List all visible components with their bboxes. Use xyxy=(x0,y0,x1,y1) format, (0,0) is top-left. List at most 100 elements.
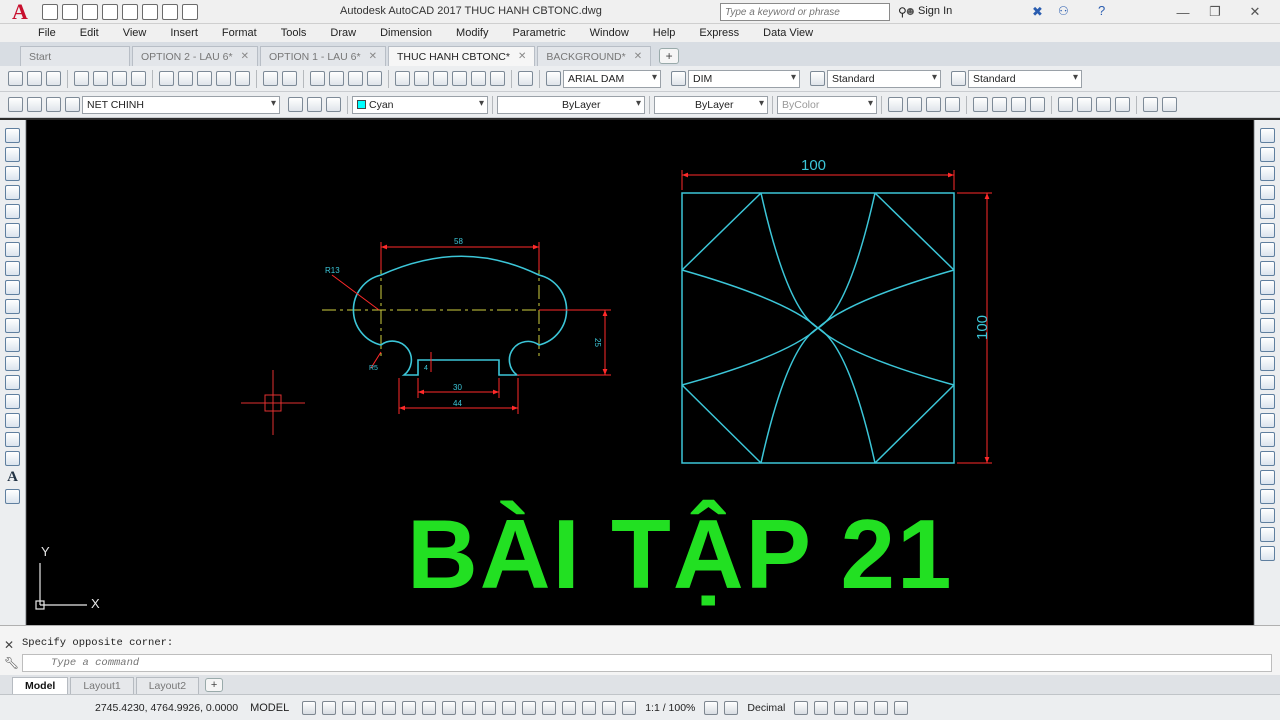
tab-background[interactable]: BACKGROUND* ✕ xyxy=(537,46,652,66)
ortho-icon[interactable] xyxy=(362,700,377,715)
tab-layout2[interactable]: Layout2 xyxy=(135,677,200,694)
layer-select[interactable]: NET CHINH xyxy=(82,95,280,114)
linear-dimension-icon[interactable] xyxy=(888,97,903,112)
plot-icon[interactable] xyxy=(74,71,89,86)
command-input[interactable] xyxy=(22,654,1272,672)
new-file-icon[interactable] xyxy=(42,3,58,20)
annotation-visibility-icon[interactable] xyxy=(602,700,617,715)
calculator-icon[interactable] xyxy=(490,71,505,86)
ellipse-icon[interactable] xyxy=(5,299,20,314)
scale-icon[interactable] xyxy=(1260,261,1275,276)
baseline-icon[interactable] xyxy=(1077,97,1092,112)
diameter-icon[interactable] xyxy=(1011,97,1026,112)
tab-option-2[interactable]: OPTION 2 - LAU 6* ✕ xyxy=(132,46,258,66)
color-select[interactable]: Cyan xyxy=(352,95,488,114)
paste-icon[interactable] xyxy=(197,71,212,86)
customization-icon[interactable] xyxy=(894,700,909,715)
region-icon[interactable] xyxy=(5,432,20,447)
polar-icon[interactable] xyxy=(382,700,397,715)
plotstyle-select[interactable]: ByColor xyxy=(777,95,877,114)
table-style-select[interactable]: Standard xyxy=(827,69,941,88)
plot-icon[interactable] xyxy=(182,3,198,20)
line-icon[interactable] xyxy=(5,128,20,143)
clean-screen-icon[interactable] xyxy=(874,700,889,715)
selection-filter-icon[interactable] xyxy=(562,700,577,715)
grid-icon[interactable] xyxy=(302,700,317,715)
print-icon[interactable] xyxy=(122,3,138,20)
qnew-icon[interactable] xyxy=(8,71,23,86)
arc-icon[interactable] xyxy=(5,223,20,238)
close-icon[interactable]: ✕ xyxy=(518,51,526,62)
table-style-icon[interactable] xyxy=(810,71,825,86)
jogged-icon[interactable] xyxy=(992,97,1007,112)
make-block-icon[interactable] xyxy=(5,356,20,371)
sign-in-button[interactable]: Sign In xyxy=(918,5,952,17)
multileader-style-icon[interactable] xyxy=(951,71,966,86)
save-icon[interactable] xyxy=(82,3,98,20)
zoom-previous-icon[interactable] xyxy=(367,71,382,86)
radius-icon[interactable] xyxy=(973,97,988,112)
polyline-icon[interactable] xyxy=(5,166,20,181)
erase-icon[interactable] xyxy=(1260,128,1275,143)
menu-format[interactable]: Format xyxy=(222,27,257,39)
gradient-icon[interactable] xyxy=(5,413,20,428)
redo-icon[interactable] xyxy=(162,3,178,20)
text-front-icon[interactable] xyxy=(1260,527,1275,542)
join-icon[interactable] xyxy=(1260,375,1275,390)
connect-icon[interactable]: ⚇ xyxy=(1058,4,1069,18)
move-icon[interactable] xyxy=(1260,223,1275,238)
menu-help[interactable]: Help xyxy=(653,27,676,39)
snap-icon[interactable] xyxy=(322,700,337,715)
isolate-objects-icon[interactable] xyxy=(834,700,849,715)
gizmo-icon[interactable] xyxy=(582,700,597,715)
make-current-icon[interactable] xyxy=(288,97,303,112)
menu-window[interactable]: Window xyxy=(590,27,629,39)
minimize-button[interactable]: — xyxy=(1168,2,1198,22)
explode-icon[interactable] xyxy=(1260,451,1275,466)
continue-icon[interactable] xyxy=(1096,97,1111,112)
tab-model[interactable]: Model xyxy=(12,677,69,694)
tab-option-1[interactable]: OPTION 1 - LAU 6* ✕ xyxy=(260,46,386,66)
menu-parametric[interactable]: Parametric xyxy=(512,27,565,39)
lock-ui-icon[interactable] xyxy=(814,700,829,715)
markup-icon[interactable] xyxy=(471,71,486,86)
wrench-icon[interactable]: 🔧︎ xyxy=(4,656,19,670)
array-icon[interactable] xyxy=(1260,204,1275,219)
menu-data-view[interactable]: Data View xyxy=(763,27,813,39)
multiline-text-icon[interactable]: A xyxy=(7,470,18,485)
match-properties-icon[interactable] xyxy=(216,71,231,86)
tool-palettes-icon[interactable] xyxy=(433,71,448,86)
open-icon[interactable] xyxy=(27,71,42,86)
copy-object-icon[interactable] xyxy=(1260,147,1275,162)
new-layout-button[interactable]: + xyxy=(205,678,224,692)
send-back-icon[interactable] xyxy=(1260,508,1275,523)
arc-length-icon[interactable] xyxy=(926,97,941,112)
zoom-realtime-icon[interactable] xyxy=(329,71,344,86)
help-icon[interactable]: ? xyxy=(1098,3,1105,18)
offset-icon[interactable] xyxy=(1260,185,1275,200)
rectangle-icon[interactable] xyxy=(5,204,20,219)
circle-icon[interactable] xyxy=(5,242,20,257)
sheet-set-icon[interactable] xyxy=(452,71,467,86)
restore-button[interactable]: ❐ xyxy=(1200,2,1230,22)
menu-insert[interactable]: Insert xyxy=(170,27,198,39)
insert-block-icon[interactable] xyxy=(5,337,20,352)
object-snap-tracking-icon[interactable] xyxy=(422,700,437,715)
new-tab-button[interactable]: + xyxy=(659,48,680,64)
close-icon[interactable]: ✕ xyxy=(241,51,249,62)
graphics-performance-icon[interactable] xyxy=(854,700,869,715)
mirror-icon[interactable] xyxy=(1260,166,1275,181)
linetype-select[interactable]: ByLayer xyxy=(497,95,645,114)
blend-icon[interactable] xyxy=(1260,432,1275,447)
hatch-icon[interactable] xyxy=(5,394,20,409)
ellipse-arc-icon[interactable] xyxy=(5,318,20,333)
layer-states-icon[interactable] xyxy=(326,97,341,112)
menu-dimension[interactable]: Dimension xyxy=(380,27,432,39)
close-icon[interactable]: ✕ xyxy=(4,638,14,652)
coordinates-readout[interactable]: 2745.4230, 4764.9926, 0.0000 xyxy=(95,702,238,714)
extend-icon[interactable] xyxy=(1260,318,1275,333)
construction-line-icon[interactable] xyxy=(5,147,20,162)
autocad-logo-icon[interactable]: A xyxy=(0,0,40,24)
quick-dim-icon[interactable] xyxy=(1058,97,1073,112)
model-space-toggle[interactable]: MODEL xyxy=(250,702,289,714)
